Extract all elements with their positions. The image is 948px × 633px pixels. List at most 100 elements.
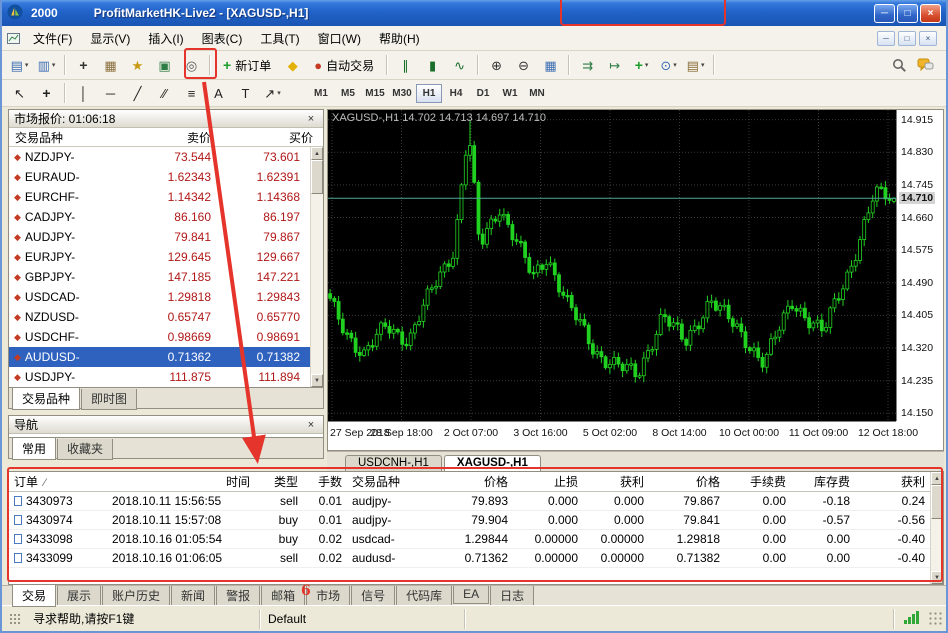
orders-header-10[interactable]: 库存费 [791,473,855,490]
timeframe-h4[interactable]: H4 [443,84,469,103]
orders-header-3[interactable]: 手数 [303,473,347,490]
metaeditor-button[interactable]: ◆ [280,54,305,76]
timeframe-m5[interactable]: M5 [335,84,361,103]
orders-header-9[interactable]: 手续费 [725,473,791,490]
scroll-thumb[interactable] [931,485,943,519]
market-watch-row[interactable]: ◆ EURJPY- 129.645 129.667 [9,247,310,267]
indicators-button[interactable]: + ▾ [629,54,654,76]
text-button[interactable]: A [206,82,231,104]
fibonacci-retracement-button[interactable]: ≡ [179,82,204,104]
terminal-scrollbar[interactable]: ▲ ▼ [930,472,943,584]
market-watch-tab-交易品种[interactable]: 交易品种 [12,388,81,410]
timeframe-h1[interactable]: H1 [416,83,442,103]
menu-item-2[interactable]: 插入(I) [139,27,192,50]
close-icon[interactable]: × [304,113,318,125]
navigator-tab-收藏夹[interactable]: 收藏夹 [57,439,114,460]
zoom-out-button[interactable]: ⊖ [511,54,536,76]
orders-header-1[interactable]: 时间 [107,473,255,490]
orders-header-2[interactable]: 类型 [255,473,303,490]
scroll-thumb[interactable] [311,160,323,194]
periods-button[interactable]: ⊙ ▾ [656,54,681,76]
order-row[interactable]: 3433099 2018.10.16 01:06:05 sell 0.02 audusd… [9,549,930,568]
text-label-button[interactable]: T [233,82,258,104]
menu-item-6[interactable]: 帮助(H) [370,27,429,50]
market-watch-scrollbar[interactable]: ▲ ▼ [310,147,323,387]
market-watch-row[interactable]: ◆ USDCAD- 1.29818 1.29843 [9,287,310,307]
cursor-button[interactable]: ↖ [7,82,32,104]
navigator-toggle-button[interactable]: ★ [125,54,150,76]
menu-item-1[interactable]: 显示(V) [81,27,139,50]
chart-canvas[interactable]: XAGUSD-,H1 14.702 14.713 14.697 14.710 [328,110,896,421]
timeframe-m30[interactable]: M30 [389,84,415,103]
terminal-tab-邮箱[interactable]: 邮箱 [261,586,306,607]
equidistant-channel-button[interactable]: ∕∕ [152,82,177,104]
terminal-tab-展示[interactable]: 展示 [57,586,102,607]
chat-icon[interactable] [917,58,934,73]
chart-bars-button[interactable]: ∥ [393,54,418,76]
market-watch-row[interactable]: ◆ CADJPY- 86.160 86.197 [9,207,310,227]
market-watch-tab-即时图[interactable]: 即时图 [81,389,138,410]
terminal-toggle-button[interactable]: ▣ [152,54,177,76]
terminal-tab-信号[interactable]: 信号 [351,586,396,607]
scroll-track[interactable] [931,519,943,571]
restore-chart-button[interactable]: □ [898,30,916,46]
terminal-tab-市场[interactable]: 市场 [306,586,351,607]
scroll-down-icon[interactable]: ▼ [931,571,943,584]
timeframe-m15[interactable]: M15 [362,84,388,103]
order-row[interactable]: 3430973 2018.10.11 15:56:55 sell 0.01 audjpy… [9,492,930,511]
timeframe-m1[interactable]: M1 [308,84,334,103]
resize-grip[interactable] [929,611,943,626]
market-watch-row[interactable]: ◆ USDJPY- 111.875 111.894 [9,367,310,387]
market-watch-row[interactable]: ◆ NZDJPY- 73.544 73.601 [9,147,310,167]
order-row[interactable]: 3430974 2018.10.11 15:57:08 buy 0.01 audjpy-… [9,511,930,530]
scroll-up-icon[interactable]: ▲ [931,472,943,485]
strategy-tester-toggle-button[interactable]: ◎ [179,54,204,76]
orders-header-8[interactable]: 价格 [649,473,725,490]
chart-tab-XAGUSD-,H1[interactable]: XAGUSD-,H1 [443,455,541,471]
minimize-chart-button[interactable]: ─ [877,30,895,46]
vertical-line-button[interactable]: │ [71,82,96,104]
new-order-button[interactable]: + 新订单 [216,54,278,76]
market-watch-row[interactable]: ◆ GBPJPY- 147.185 147.221 [9,267,310,287]
navigator-tab-常用[interactable]: 常用 [12,438,57,460]
terminal-tab-日志[interactable]: 日志 [490,586,535,607]
search-icon[interactable] [892,58,907,73]
zoom-in-button[interactable]: ⊕ [484,54,509,76]
close-button[interactable]: × [920,3,941,23]
tile-windows-button[interactable]: ▦ [538,54,563,76]
close-chart-button[interactable]: × [919,30,937,46]
horizontal-line-button[interactable]: ─ [98,82,123,104]
arrows-tool-button[interactable]: ↗ ▾ [260,82,285,104]
terminal-tab-账户历史[interactable]: 账户历史 [102,586,171,607]
terminal-tab-警报[interactable]: 警报 [216,586,261,607]
status-profile-section[interactable]: Default [260,608,465,629]
orders-header-7[interactable]: 获利 [583,473,649,490]
market-watch-row[interactable]: ◆ AUDJPY- 79.841 79.867 [9,227,310,247]
market-watch-row[interactable]: ◆ USDCHF- 0.98669 0.98691 [9,327,310,347]
market-watch-row[interactable]: ◆ EURCHF- 1.14342 1.14368 [9,187,310,207]
scroll-track[interactable] [311,194,323,374]
orders-header-0[interactable]: 订单 ∕ [9,473,107,490]
menu-item-5[interactable]: 窗口(W) [309,27,370,50]
menu-item-0[interactable]: 文件(F) [24,27,81,50]
menu-item-4[interactable]: 工具(T) [251,27,308,50]
trendline-button[interactable]: ╱ [125,82,150,104]
minimize-button[interactable]: ─ [874,3,895,23]
crosshair-button[interactable]: + [34,82,59,104]
profiles-button[interactable]: ▥ ▾ [34,54,59,76]
chart-shift-button[interactable]: ↦ [602,54,627,76]
new-chart-button[interactable]: ▤ ▾ [7,54,32,76]
scroll-down-icon[interactable]: ▼ [311,374,323,387]
chart-tab-USDCNH-,H1[interactable]: USDCNH-,H1 [345,455,442,471]
templates-button[interactable]: ▤ ▾ [683,54,708,76]
orders-header-6[interactable]: 止损 [513,473,583,490]
auto-scroll-button[interactable]: ⇉ [575,54,600,76]
terminal-tab-新闻[interactable]: 新闻 [171,586,216,607]
menu-item-3[interactable]: 图表(C) [193,27,252,50]
orders-header-11[interactable]: 获利 [855,473,930,490]
terminal-tab-EA[interactable]: EA [453,586,490,604]
scroll-up-icon[interactable]: ▲ [311,147,323,160]
timeframe-mn[interactable]: MN [524,84,550,103]
chart-line-button[interactable]: ∿ [447,54,472,76]
price-axis[interactable]: 14.915 14.830 14.745 14.660 14.575 14.490 14.4… [896,110,943,421]
